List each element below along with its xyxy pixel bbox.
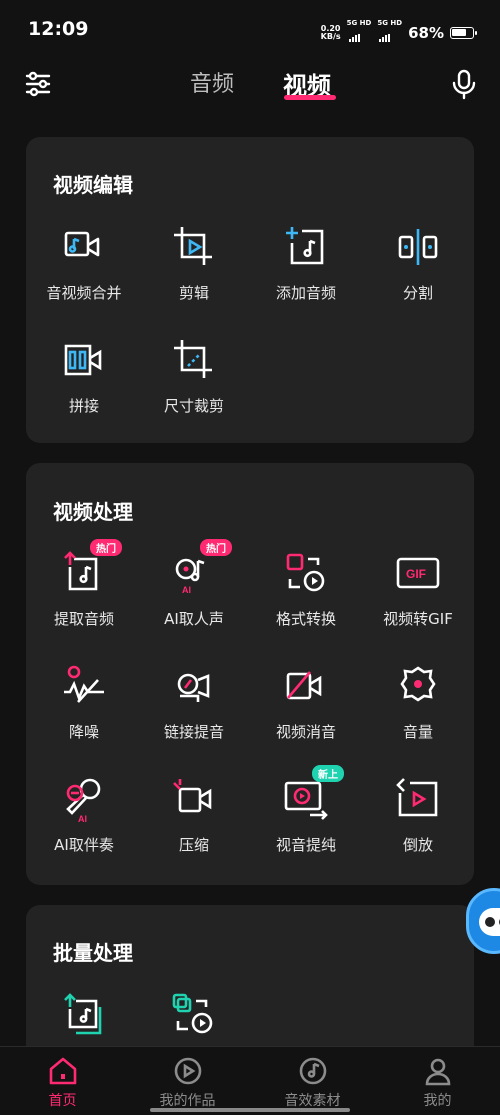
tool-splice[interactable]: 拼接 <box>28 336 140 416</box>
section-title: 视频处理 <box>53 500 133 524</box>
tool-video-to-gif[interactable]: GIF 视频转GIF <box>362 549 474 629</box>
ai-vocal-icon: AI 热门 <box>170 539 232 597</box>
sound-material-icon <box>297 1055 329 1087</box>
split-icon <box>394 223 442 271</box>
tab-audio[interactable]: 音频 <box>190 66 234 98</box>
video-process-section: 视频处理 热门 提取音频 AI 热门 AI取人声 格式转换 GIF 视频转GIF… <box>26 463 474 885</box>
home-icon <box>47 1055 79 1087</box>
tool-ai-accompaniment[interactable]: AI AI取伴奏 <box>28 775 140 855</box>
format-convert-icon <box>282 549 330 597</box>
add-audio-icon <box>282 223 330 271</box>
status-indicators: 0.20 KB/s 5G HD 5G HD 68% <box>320 20 477 46</box>
bottom-nav-home[interactable]: 首页 <box>0 1055 125 1110</box>
tool-link-audio[interactable]: 链接提音 <box>138 662 250 742</box>
tool-video-merge[interactable]: 音视频合并 <box>28 223 140 303</box>
sim2-signal: 5G HD <box>377 20 402 46</box>
svg-text:AI: AI <box>78 814 87 823</box>
hot-tag: 热门 <box>90 539 122 556</box>
status-time: 12:09 <box>28 18 89 40</box>
tool-format-convert[interactable]: 格式转换 <box>250 549 362 629</box>
bottom-nav-works[interactable]: 我的作品 <box>125 1055 250 1110</box>
link-audio-icon <box>170 662 218 710</box>
signal-bars-icon <box>348 34 360 42</box>
status-bar: 12:09 0.20 KB/s 5G HD 5G HD 68% <box>0 0 500 60</box>
section-title: 批量处理 <box>53 941 133 965</box>
tool-split[interactable]: 分割 <box>362 223 474 303</box>
ai-accompaniment-icon: AI <box>60 775 108 823</box>
battery-percent: 68% <box>408 24 444 42</box>
bottom-nav-profile[interactable]: 我的 <box>375 1055 500 1110</box>
section-title: 视频编辑 <box>53 173 133 197</box>
batch-extract-audio-icon <box>60 991 108 1039</box>
bottom-nav: 首页 我的作品 音效素材 我的 <box>0 1046 500 1115</box>
new-tag: 新上 <box>312 765 344 782</box>
tool-batch-extract-audio[interactable] <box>28 991 140 1039</box>
svg-text:GIF: GIF <box>406 567 426 581</box>
volume-icon <box>394 662 442 710</box>
gif-icon: GIF <box>394 549 442 597</box>
batch-process-section: 批量处理 <box>26 905 474 1065</box>
splice-icon <box>60 336 108 384</box>
reverse-icon <box>394 775 442 823</box>
extract-audio-icon: 热门 <box>60 539 122 597</box>
tool-compress[interactable]: 压缩 <box>138 775 250 855</box>
mute-video-icon <box>282 662 330 710</box>
resize-crop-icon <box>170 336 218 384</box>
microphone-icon[interactable] <box>446 66 482 102</box>
signal-bars-icon <box>379 34 391 42</box>
video-merge-icon <box>60 223 108 271</box>
tool-mute-video[interactable]: 视频消音 <box>250 662 362 742</box>
batch-convert-icon <box>170 991 218 1039</box>
tool-add-audio[interactable]: 添加音频 <box>250 223 362 303</box>
svg-text:AI: AI <box>182 585 191 595</box>
bottom-nav-sound-material[interactable]: 音效素材 <box>250 1055 375 1110</box>
battery-icon <box>450 27 477 39</box>
tool-purify[interactable]: 新上 视音提纯 <box>250 765 362 855</box>
hot-tag: 热门 <box>200 539 232 556</box>
top-nav: 音频 视频 <box>0 60 500 110</box>
sliders-icon[interactable] <box>20 66 56 102</box>
tool-extract-audio[interactable]: 热门 提取音频 <box>28 539 140 629</box>
tool-batch-convert[interactable] <box>138 991 250 1039</box>
tool-resize-crop[interactable]: 尺寸裁剪 <box>138 336 250 416</box>
tool-volume[interactable]: 音量 <box>362 662 474 742</box>
purify-icon: 新上 <box>282 765 344 823</box>
profile-icon <box>422 1055 454 1087</box>
network-speed: 0.20 KB/s <box>320 24 341 41</box>
denoise-icon <box>60 662 108 710</box>
home-indicator[interactable] <box>150 1108 350 1112</box>
works-play-icon <box>172 1055 204 1087</box>
tool-clip[interactable]: 剪辑 <box>138 223 250 303</box>
sim1-signal: 5G HD <box>347 20 371 46</box>
active-tab-indicator <box>284 95 336 100</box>
tool-reverse[interactable]: 倒放 <box>362 775 474 855</box>
tool-ai-vocal[interactable]: AI 热门 AI取人声 <box>138 539 250 629</box>
video-edit-section: 视频编辑 音视频合并 剪辑 添加音频 分割 拼接 尺寸裁剪 <box>26 137 474 443</box>
crop-play-icon <box>170 223 218 271</box>
tool-denoise[interactable]: 降噪 <box>28 662 140 742</box>
compress-icon <box>170 775 218 823</box>
